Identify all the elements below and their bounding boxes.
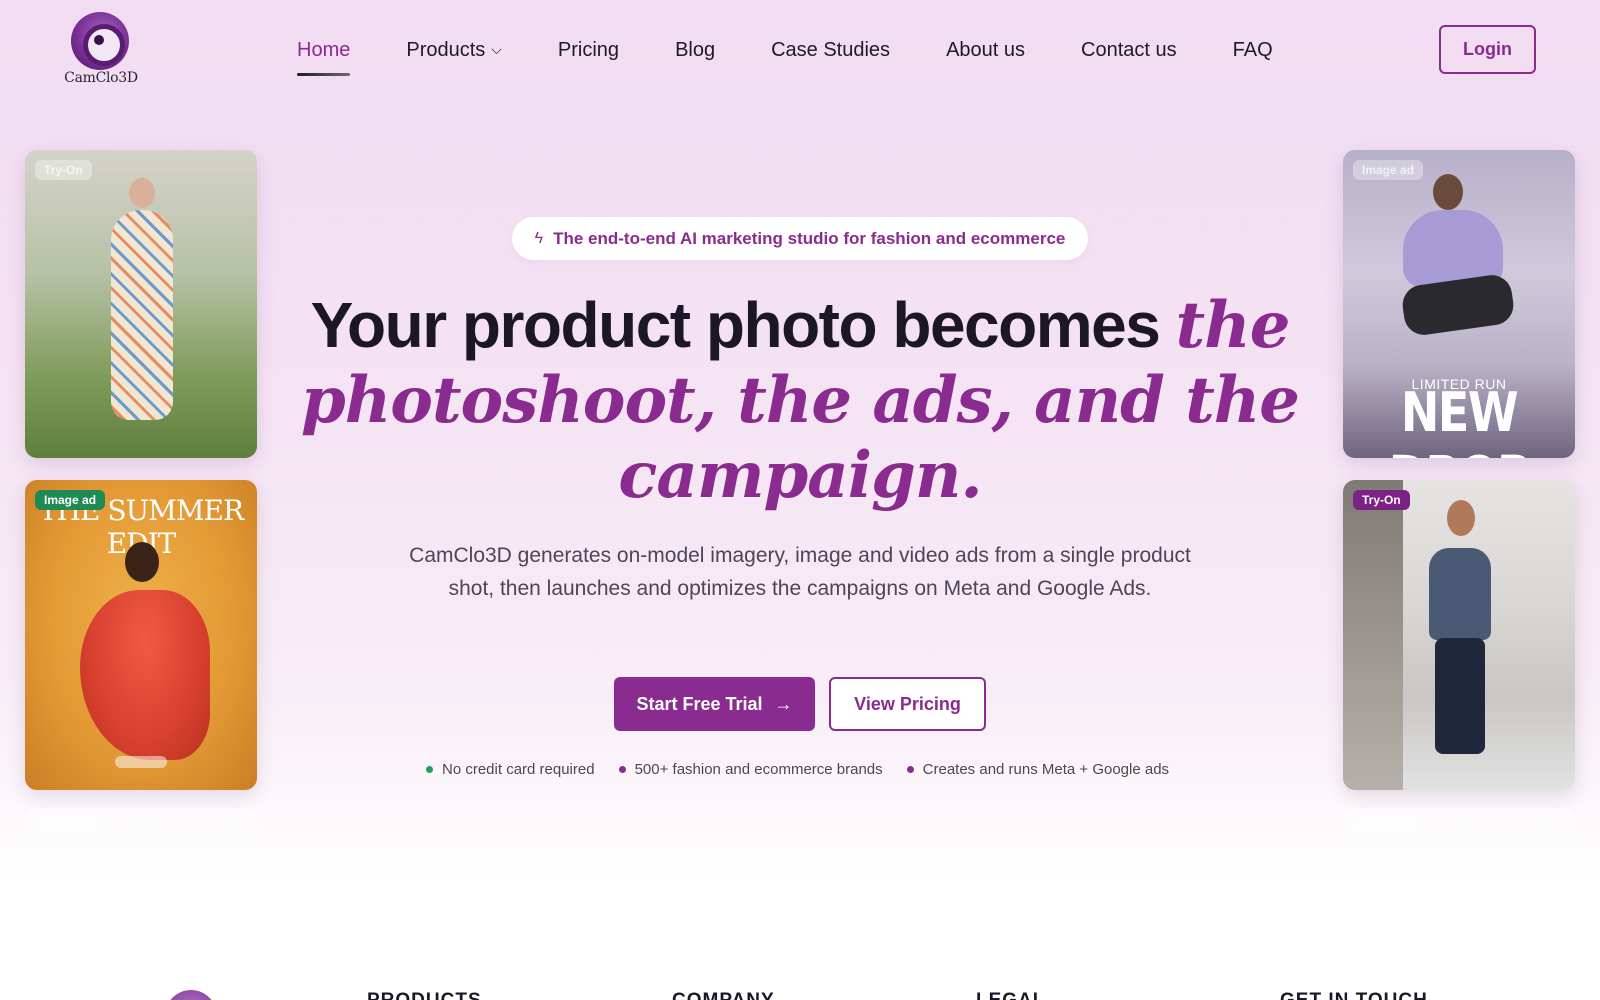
camera-lens-icon (71, 12, 129, 70)
ad-overlay-title: NEW DROP (1389, 380, 1531, 458)
showcase-card-right-middle: Try-On (1343, 480, 1575, 790)
announcement-text: The end-to-end AI marketing studio for f… (553, 228, 1066, 248)
brand-logo[interactable]: CamClo3D (62, 12, 140, 90)
footer-heading-legal: LEGAL (976, 990, 1045, 1000)
nav-products[interactable]: Products ⌵ (406, 36, 502, 66)
showcase-card-left-top: Try-On (25, 150, 257, 458)
card-badge: Image ad (35, 490, 106, 510)
hero-headline: Your product photo becomes the photoshoo… (280, 288, 1320, 513)
dot-icon (906, 765, 914, 773)
card-badge: Try-On (1353, 490, 1410, 510)
tshirt-figure (1429, 548, 1491, 640)
nav-home[interactable]: Home (297, 36, 351, 76)
trust-item: No credit card required (426, 761, 595, 778)
model-head (1447, 500, 1475, 536)
showcase-card-right-bottom: Video ad (1343, 808, 1575, 848)
nav-blog[interactable]: Blog (675, 36, 715, 66)
card-badge: Video ad (35, 818, 103, 838)
hero-subtext: CamClo3D generates on-model imagery, ima… (409, 544, 1191, 600)
footer-logo-icon (165, 990, 217, 1000)
trust-item-text: No credit card required (442, 760, 595, 778)
model-legs (1435, 638, 1485, 754)
main-nav: Home Products ⌵ Pricing Blog Case Studies… (297, 36, 1329, 76)
showcase-card-right-top: LIMITED RUN NEW DROP Image ad (1343, 150, 1575, 458)
bolt-icon: ϟ (534, 229, 544, 247)
login-button[interactable]: Login (1439, 25, 1536, 74)
card-badge: Try-On (35, 160, 92, 180)
floral-dress-figure (111, 210, 173, 420)
announcement-pill: ϟ The end-to-end AI marketing studio for… (512, 217, 1088, 260)
dot-icon (618, 765, 626, 773)
card-badge: Image ad (1353, 160, 1424, 180)
view-pricing-button[interactable]: View Pricing (829, 677, 986, 731)
headline-plain: Your product photo becomes (310, 289, 1176, 361)
site-header: CamClo3D Home Products ⌵ Pricing Blog Cas… (0, 0, 1600, 100)
trust-item-text: 500+ fashion and ecommerce brands (634, 760, 883, 778)
start-free-trial-button[interactable]: Start Free Trial → (614, 677, 815, 731)
brand-name: CamClo3D (64, 70, 138, 86)
nav-products-label: Products (406, 39, 486, 61)
red-dress-figure (80, 590, 210, 760)
showcase-card-left-middle: THE SUMMER EDIT Image ad (25, 480, 257, 790)
dot-icon (426, 765, 433, 773)
trust-points: No credit card required 500+ fashion and… (426, 759, 1193, 779)
footer-heading-company: COMPANY (672, 990, 775, 1000)
nav-contact[interactable]: Contact us (1081, 36, 1177, 66)
nav-faq[interactable]: FAQ (1233, 36, 1273, 66)
trust-item: Creates and runs Meta + Google ads (906, 760, 1170, 778)
nav-about[interactable]: About us (946, 36, 1025, 66)
model-head (1433, 174, 1463, 210)
footer-heading-get-in-touch: GET IN TOUCH (1280, 990, 1428, 1000)
arrow-right-icon: → (774, 693, 793, 714)
street-background (1343, 480, 1403, 790)
start-free-trial-label: Start Free Trial (636, 693, 763, 714)
trust-item: 500+ fashion and ecommerce brands (618, 760, 883, 778)
nav-case-studies[interactable]: Case Studies (771, 36, 890, 66)
model-head (129, 178, 155, 208)
footer-heading-products: PRODUCTS (367, 990, 482, 1000)
chevron-down-icon: ⌵ (491, 41, 502, 57)
model-head (125, 542, 159, 582)
nav-pricing[interactable]: Pricing (558, 36, 619, 66)
showcase-card-left-bottom: Video ad (25, 808, 257, 848)
ad-shop-now-button (115, 756, 167, 768)
card-badge: Video ad (1353, 818, 1421, 838)
trust-item-text: Creates and runs Meta + Google ads (922, 760, 1170, 778)
